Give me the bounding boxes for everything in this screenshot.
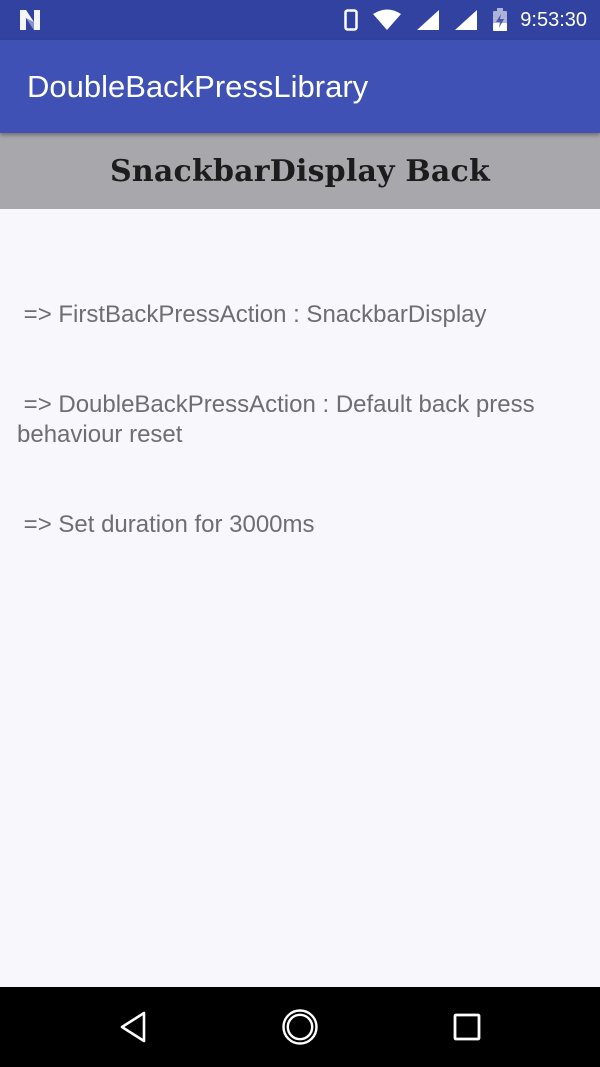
app-title: DoubleBackPressLibrary bbox=[27, 69, 369, 104]
content-line: => Set duration for 3000ms bbox=[17, 511, 315, 538]
signal-icon bbox=[455, 10, 477, 30]
home-icon[interactable] bbox=[280, 1007, 320, 1047]
header-title: SnackbarDisplay Back bbox=[109, 153, 491, 189]
status-time: 9:53:30 bbox=[520, 9, 587, 31]
content-text: => FirstBackPressAction : SnackbarDispla… bbox=[17, 240, 583, 570]
recents-icon[interactable] bbox=[447, 1007, 487, 1047]
wifi-icon bbox=[373, 9, 401, 30]
status-bar: 9:53:30 bbox=[0, 0, 600, 40]
signal-icon bbox=[417, 10, 439, 30]
battery-charging-icon bbox=[493, 8, 507, 31]
notification-n-icon bbox=[20, 10, 40, 30]
phone-icon bbox=[344, 9, 358, 31]
content-line: => DoubleBackPressAction : Default back … bbox=[17, 391, 542, 448]
navigation-bar bbox=[0, 987, 600, 1067]
content-line: => FirstBackPressAction : SnackbarDispla… bbox=[17, 301, 487, 328]
app-bar: DoubleBackPressLibrary bbox=[0, 40, 600, 133]
status-icons bbox=[344, 8, 508, 32]
back-icon[interactable] bbox=[114, 1007, 154, 1047]
header-band: SnackbarDisplay Back bbox=[0, 133, 600, 209]
